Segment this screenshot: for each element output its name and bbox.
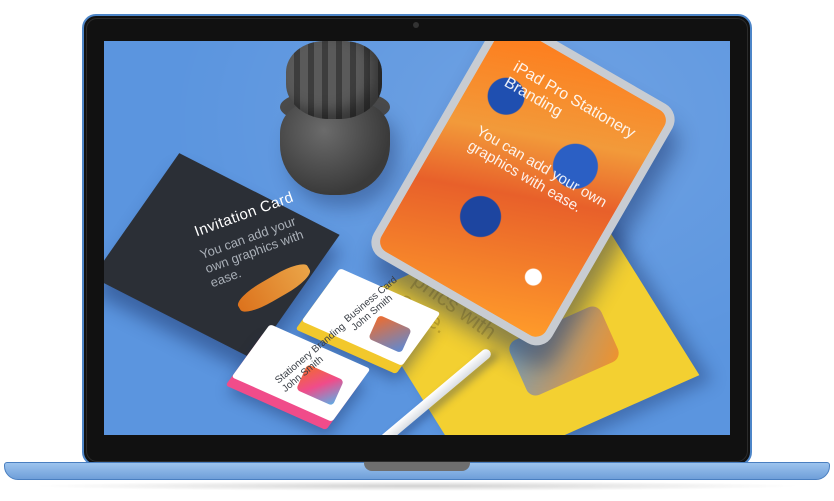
webcam-dot <box>413 22 419 28</box>
cactus <box>286 41 382 119</box>
laptop-base-notch <box>364 462 470 471</box>
laptop-mockup: own gra-phics with ease. Invitation Card… <box>0 0 834 501</box>
laptop-screen: own gra-phics with ease. Invitation Card… <box>104 41 730 435</box>
laptop-shadow <box>30 481 804 491</box>
